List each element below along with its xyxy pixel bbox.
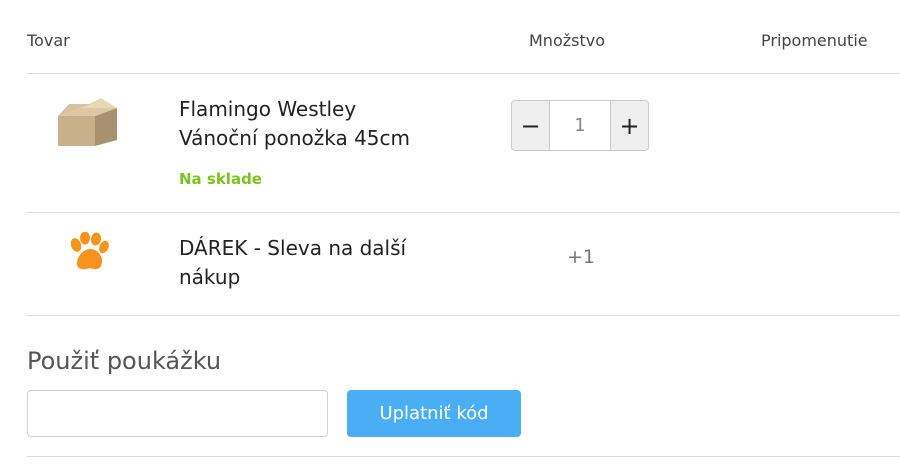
box-icon [58, 98, 117, 146]
paw-icon [70, 232, 109, 270]
divider [27, 73, 900, 74]
voucher-title: Použiť poukážku [27, 347, 222, 375]
header-product: Tovar [27, 31, 70, 50]
product-name-line1: DÁREK - Sleva na další [179, 236, 407, 260]
quantity-value: +1 [567, 246, 596, 268]
decrease-button[interactable]: − [512, 101, 550, 150]
product-name-line2: nákup [179, 265, 241, 289]
quantity-value[interactable]: 1 [550, 101, 610, 150]
product-name-line1[interactable]: Flamingo Westley [179, 95, 356, 124]
divider [27, 212, 900, 213]
increase-button[interactable]: + [610, 101, 648, 150]
divider [27, 456, 900, 457]
divider [27, 315, 900, 316]
stock-status: Na sklade [179, 170, 262, 188]
product-name-line2[interactable]: Vánoční ponožka 45cm [179, 124, 410, 153]
quantity-stepper: − 1 + [511, 100, 649, 151]
header-quantity: Množstvo [529, 31, 605, 50]
header-reminder: Pripomenutie [761, 31, 868, 50]
apply-code-button[interactable]: Uplatniť kód [347, 390, 521, 437]
voucher-code-input[interactable] [27, 390, 328, 437]
